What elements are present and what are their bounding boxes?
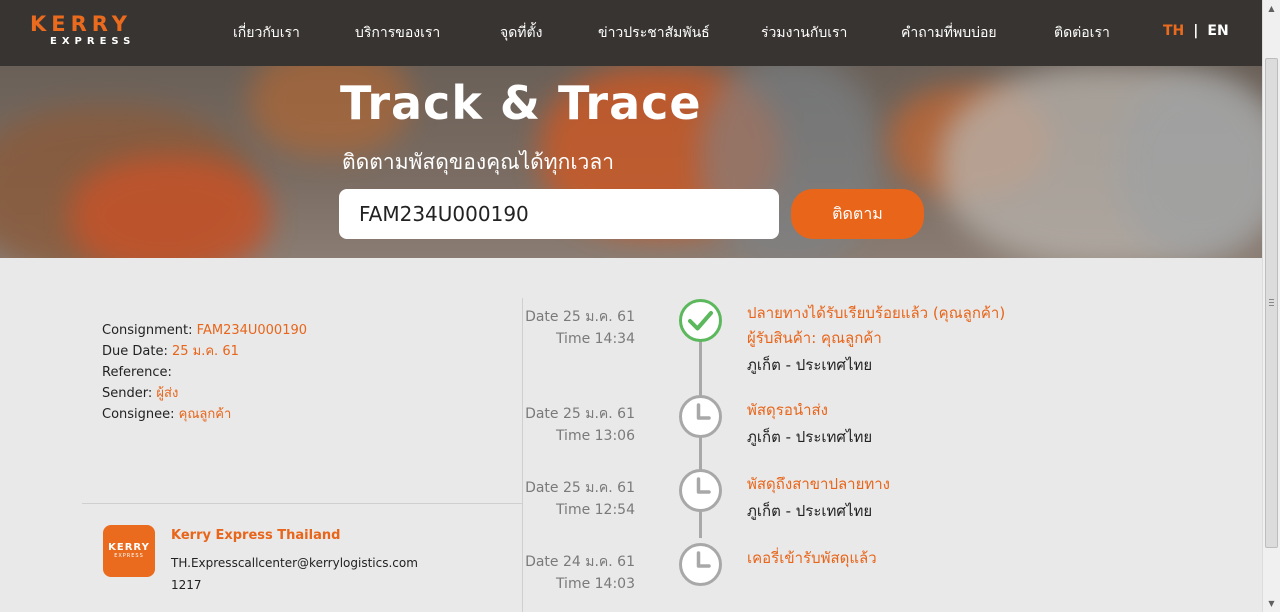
shipment-info: Consignment: FAM234U000190 Due Date: 25 …	[102, 320, 307, 425]
lang-en-link[interactable]: EN	[1207, 23, 1228, 39]
clock-icon	[679, 395, 722, 438]
event-status: พัสดุถึงสาขาปลายทาง	[747, 475, 891, 493]
consignment-row: Consignment: FAM234U000190	[102, 320, 307, 341]
event-location: ภูเก็ต - ประเทศไทย	[747, 356, 873, 374]
nav-contact[interactable]: ติดต่อเรา	[1054, 22, 1110, 44]
scroll-up-arrow-icon[interactable]: ▲	[1263, 0, 1280, 17]
event-location: ภูเก็ต - ประเทศไทย	[747, 502, 873, 520]
event-time: Time 14:03	[555, 576, 635, 592]
nav-about-us[interactable]: เกี่ยวกับเรา	[233, 22, 300, 44]
consignment-value: FAM234U000190	[196, 323, 308, 338]
reference-label: Reference:	[102, 365, 172, 380]
scroll-down-arrow-icon[interactable]: ▼	[1263, 595, 1280, 612]
sender-label: Sender:	[102, 386, 153, 401]
company-logo-wordmark: KERRY	[108, 542, 150, 553]
company-phone: 1217	[171, 578, 202, 592]
hero-banner: Track & Trace ติดตามพัสดุของคุณได้ทุกเวล…	[0, 66, 1262, 258]
nav-services[interactable]: บริการของเรา	[355, 22, 440, 44]
event-time: Time 12:54	[555, 502, 635, 518]
vertical-divider	[522, 298, 523, 612]
clock-icon	[679, 543, 722, 586]
divider	[82, 503, 522, 504]
lang-separator: |	[1193, 23, 1199, 39]
nav-careers[interactable]: ร่วมงานกับเรา	[761, 22, 847, 44]
consignment-label: Consignment:	[102, 323, 193, 338]
sender-row: Sender: ผู้ส่ง	[102, 383, 307, 404]
event-status: ปลายทางได้รับเรียบร้อยแล้ว (คุณลูกค้า)	[747, 304, 1006, 322]
event-date: Date 24 ม.ค. 61	[525, 554, 635, 570]
page-title: Track & Trace	[340, 76, 702, 130]
consignee-label: Consignee:	[102, 407, 175, 422]
track-button[interactable]: ติดตาม	[791, 189, 924, 239]
check-circle-icon	[679, 299, 722, 342]
hero-background-shape	[70, 156, 270, 258]
event-time: Time 14:34	[555, 331, 635, 347]
sender-value: ผู้ส่ง	[156, 386, 179, 401]
event-receiver: ผู้รับสินค้า: คุณลูกค้า	[747, 329, 882, 347]
logo-subtitle: EXPRESS	[50, 36, 136, 47]
due-date-value: 25 ม.ค. 61	[171, 344, 239, 359]
event-time: Time 13:06	[555, 428, 635, 444]
company-logo-subtitle: EXPRESS	[114, 553, 144, 559]
consignee-value: คุณลูกค้า	[178, 407, 232, 422]
language-switcher: TH | EN	[1163, 23, 1229, 39]
event-date: Date 25 ม.ค. 61	[525, 406, 635, 422]
company-logo: KERRY EXPRESS	[103, 525, 155, 577]
consignee-row: Consignee: คุณลูกค้า	[102, 404, 307, 425]
event-date: Date 25 ม.ค. 61	[525, 480, 635, 496]
vertical-scrollbar[interactable]: ▲ ▼	[1262, 0, 1280, 612]
due-date-row: Due Date: 25 ม.ค. 61	[102, 341, 307, 362]
lang-th-link[interactable]: TH	[1163, 23, 1184, 39]
company-name: Kerry Express Thailand	[171, 528, 341, 543]
top-navbar: KERRY EXPRESS เกี่ยวกับเรา บริการของเรา …	[0, 0, 1262, 66]
event-location: ภูเก็ต - ประเทศไทย	[747, 428, 873, 446]
page-subtitle: ติดตามพัสดุของคุณได้ทุกเวลา	[342, 150, 614, 174]
due-date-label: Due Date:	[102, 344, 168, 359]
hero-background-shape	[1120, 76, 1262, 256]
scroll-grip	[1269, 299, 1274, 300]
scroll-grip	[1269, 305, 1274, 306]
event-date: Date 25 ม.ค. 61	[525, 309, 635, 325]
tracking-number-input[interactable]	[339, 189, 779, 239]
nav-faq[interactable]: คำถามที่พบบ่อย	[901, 22, 997, 44]
logo-wordmark: KERRY	[30, 12, 133, 36]
nav-locations[interactable]: จุดที่ตั้ง	[500, 22, 542, 44]
tracking-result-panel: Consignment: FAM234U000190 Due Date: 25 …	[0, 258, 1262, 612]
event-status: เคอรี่เข้ารับพัสดุแล้ว	[747, 549, 877, 567]
company-email[interactable]: TH.Expresscallcenter@kerrylogistics.com	[171, 556, 418, 570]
scroll-grip	[1269, 302, 1274, 303]
reference-row: Reference:	[102, 362, 307, 383]
clock-icon	[679, 469, 722, 512]
scroll-thumb[interactable]	[1265, 58, 1278, 548]
kerry-express-logo[interactable]: KERRY EXPRESS	[30, 12, 172, 48]
nav-news[interactable]: ข่าวประชาสัมพันธ์	[598, 22, 710, 44]
event-status: พัสดุรอนำส่ง	[747, 401, 829, 419]
